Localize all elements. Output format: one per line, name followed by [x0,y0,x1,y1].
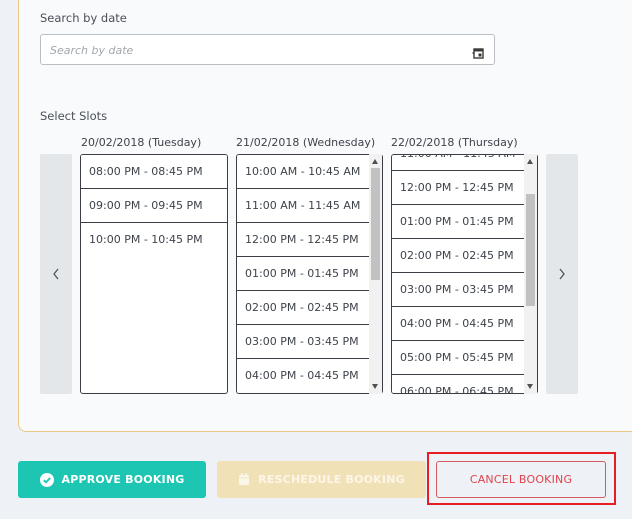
date-column-header: 20/02/2018 (Tuesday) [81,136,202,149]
search-date-label: Search by date [40,11,127,25]
scroll-thumb[interactable] [371,168,380,280]
scroll-up-arrow-icon[interactable] [527,159,533,164]
slot-list-tuesday: 08:00 PM - 08:45 PM 09:00 PM - 09:45 PM … [80,154,228,394]
calendar-icon [238,473,250,486]
select-slots-label: Select Slots [40,109,108,123]
time-slot[interactable]: 03:00 PM - 03:45 PM [392,273,524,307]
time-slot[interactable]: 06:00 PM - 06:45 PM [392,375,524,393]
slots-next-button[interactable] [546,154,578,394]
time-slot[interactable]: 09:00 PM - 09:45 PM [81,189,227,223]
slot-list-thursday: 11:00 AM - 11:45 AM 12:00 PM - 12:45 PM … [391,154,538,394]
slot-list: 08:00 PM - 08:45 PM 09:00 PM - 09:45 PM … [81,155,227,257]
chevron-right-icon [559,268,565,280]
date-column-header: 22/02/2018 (Thursday) [391,136,518,149]
slot-list: 11:00 AM - 11:45 AM 12:00 PM - 12:45 PM … [392,155,524,393]
slots-scrollbar[interactable] [369,154,382,394]
time-slot[interactable]: 11:00 AM - 11:45 AM [392,155,524,171]
check-circle-icon [39,472,54,487]
time-slot[interactable]: 04:00 PM - 04:45 PM [392,307,524,341]
approve-booking-label: APPROVE BOOKING [61,473,185,486]
scroll-up-arrow-icon[interactable] [372,159,378,164]
reschedule-booking-label: RESCHEDULE BOOKING [258,473,405,486]
chevron-left-icon [53,268,59,280]
slots-prev-button[interactable] [40,154,72,394]
time-slot[interactable]: 12:00 PM - 12:45 PM [237,223,369,257]
search-date-input[interactable] [50,41,450,59]
time-slot[interactable]: 04:00 PM - 04:45 PM [237,359,369,393]
time-slot[interactable]: 11:00 AM - 11:45 AM [237,189,369,223]
scroll-down-arrow-icon[interactable] [527,384,533,389]
slots-scrollbar[interactable] [524,154,537,394]
time-slot[interactable]: 10:00 PM - 10:45 PM [81,223,227,257]
time-slot[interactable]: 01:00 PM - 01:45 PM [237,257,369,291]
search-date-field[interactable] [40,34,495,65]
time-slot[interactable]: 02:00 PM - 02:45 PM [392,239,524,273]
time-slot[interactable]: 03:00 PM - 03:45 PM [237,325,369,359]
approve-booking-button[interactable]: APPROVE BOOKING [18,461,206,498]
slot-list: 10:00 AM - 10:45 AM 11:00 AM - 11:45 AM … [237,155,369,393]
cancel-booking-button[interactable]: CANCEL BOOKING [436,461,606,498]
scroll-thumb[interactable] [526,194,535,306]
time-slot[interactable]: 02:00 PM - 02:45 PM [237,291,369,325]
time-slot[interactable]: 10:00 AM - 10:45 AM [237,155,369,189]
calendar-icon[interactable] [472,44,484,59]
slot-list-wednesday: 10:00 AM - 10:45 AM 11:00 AM - 11:45 AM … [236,154,383,394]
time-slot[interactable]: 01:00 PM - 01:45 PM [392,205,524,239]
reschedule-booking-button[interactable]: RESCHEDULE BOOKING [217,461,426,498]
scroll-down-arrow-icon[interactable] [372,384,378,389]
date-column-header: 21/02/2018 (Wednesday) [236,136,376,149]
time-slot[interactable]: 12:00 PM - 12:45 PM [392,171,524,205]
time-slot[interactable]: 08:00 PM - 08:45 PM [81,155,227,189]
time-slot[interactable]: 05:00 PM - 05:45 PM [392,341,524,375]
cancel-booking-label: CANCEL BOOKING [469,473,573,486]
